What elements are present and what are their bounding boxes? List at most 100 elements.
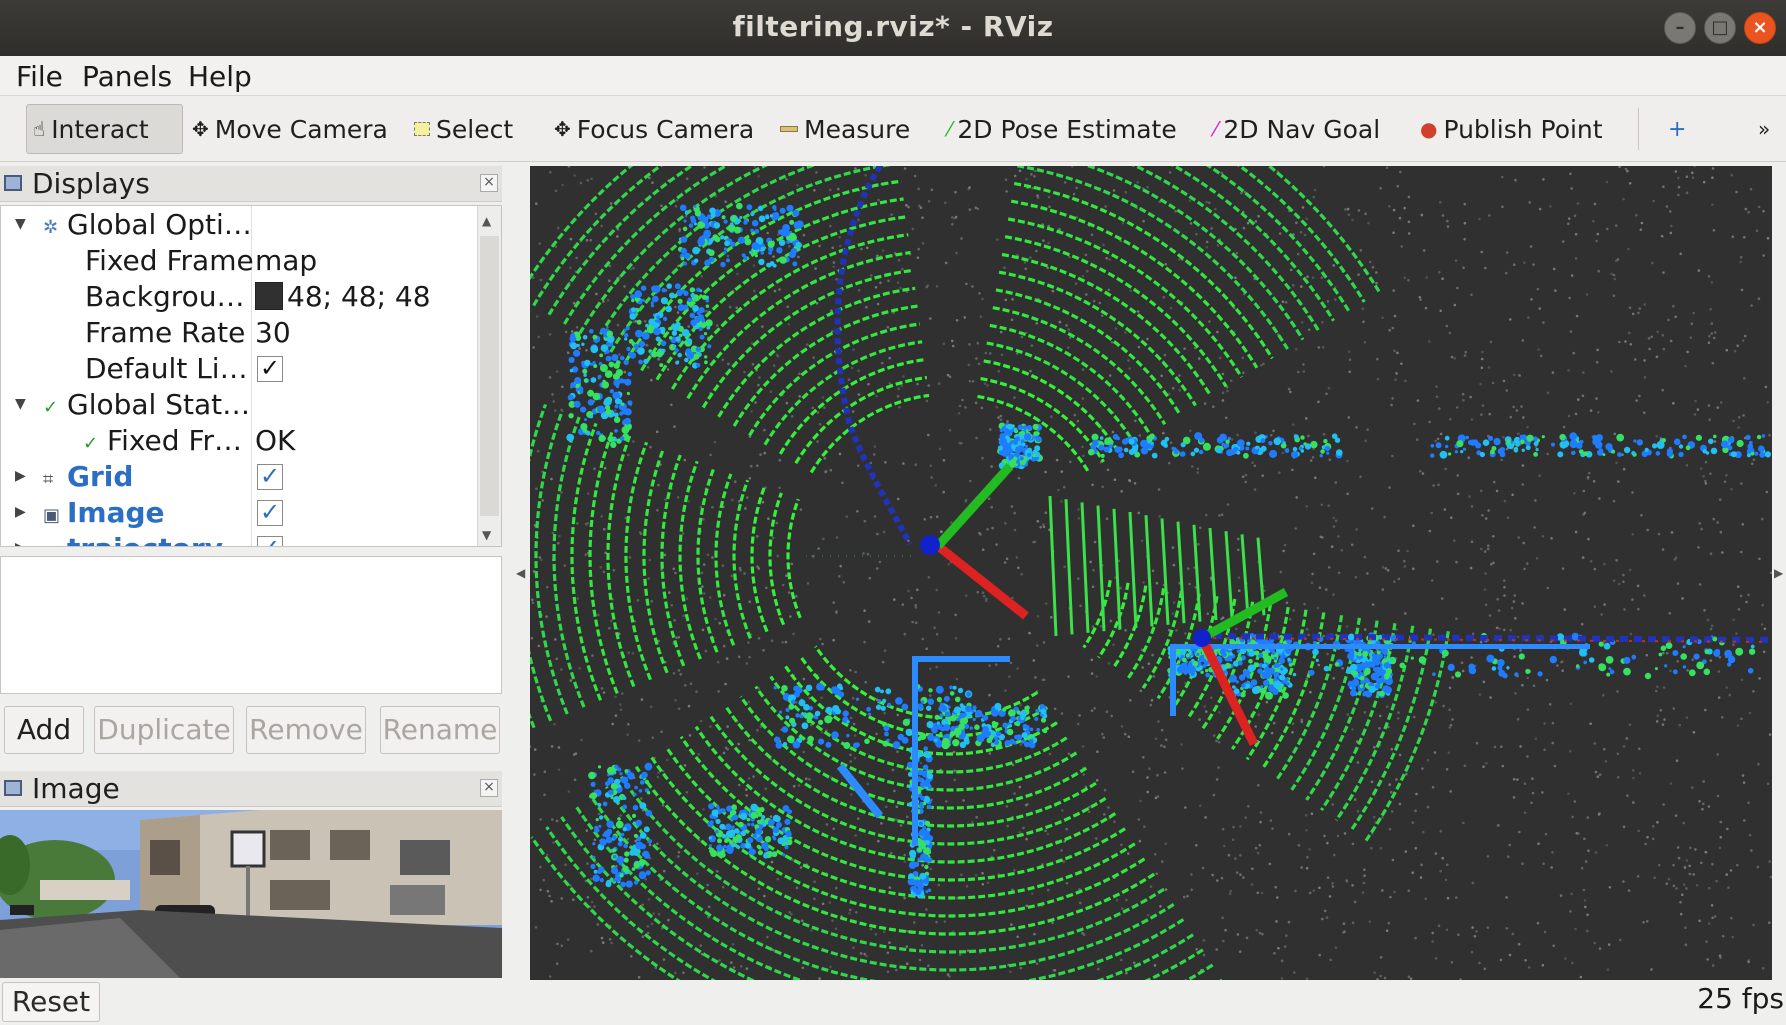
tree-row-trajectory[interactable]: ▶ ▭ trajectory ✓ [1, 532, 477, 546]
tree-row-global-options[interactable]: ▼ ✲ Global Opti… [1, 208, 477, 244]
tree-row-global-status[interactable]: ▼ ✓ Global Stat… [1, 388, 477, 424]
rename-button[interactable]: Rename [380, 706, 500, 754]
tree-row-background[interactable]: Backgrou… 48; 48; 48 [1, 280, 477, 316]
expand-arrow-icon[interactable]: ▶ [15, 540, 26, 546]
expand-arrow-icon[interactable]: ▶ [15, 468, 26, 484]
checkbox[interactable]: ✓ [257, 500, 283, 526]
expand-arrow-icon[interactable]: ▼ [15, 216, 26, 232]
map-pin-icon: ● [1420, 117, 1438, 141]
tool-publish-point-label: Publish Point [1443, 114, 1603, 144]
row-value: OK [255, 424, 296, 457]
collapse-left-icon[interactable]: ◀ [516, 566, 525, 580]
origin-marker-1 [920, 535, 940, 555]
description-box [0, 556, 502, 694]
grid-icon: ⌗ [43, 469, 54, 490]
row-name: Grid [67, 460, 134, 493]
title-bar: filtering.rviz* - RViz – □ × [0, 0, 1786, 56]
camera-image [0, 810, 502, 978]
folder-icon: ▭ [43, 541, 60, 546]
checkbox[interactable]: ✓ [257, 536, 283, 546]
origin-marker-2 [1193, 629, 1211, 647]
tree-row-fixed-frame[interactable]: Fixed Frame map [1, 244, 477, 280]
expand-arrow-icon[interactable]: ▼ [15, 396, 26, 412]
tree-scrollbar[interactable]: ▲ ▼ [477, 206, 501, 546]
row-name: Fixed Frame [85, 244, 254, 277]
tree-row-fixed-frame-status[interactable]: ✓ Fixed Fr… OK [1, 424, 477, 460]
displays-panel-header: Displays × [0, 166, 502, 202]
image-panel-header: Image × [0, 771, 502, 807]
tool-pose-label: 2D Pose Estimate [957, 114, 1177, 144]
close-icon[interactable]: × [1744, 12, 1776, 44]
tool-select[interactable]: Select [408, 104, 519, 154]
expand-arrow-icon[interactable]: ▶ [15, 504, 26, 520]
green-arrow-icon: ⁄ [948, 117, 952, 141]
row-name: Image [67, 496, 165, 529]
tool-publish-point[interactable]: ● Publish Point [1414, 104, 1609, 154]
tool-2d-pose-estimate[interactable]: ⁄ 2D Pose Estimate [942, 104, 1183, 154]
tree-row-default-light[interactable]: Default Li… ✓ [1, 352, 477, 388]
close-panel-icon[interactable]: × [480, 779, 498, 797]
menu-panels[interactable]: Panels [82, 60, 172, 93]
add-button[interactable]: Add [4, 706, 84, 754]
select-box-icon [414, 122, 430, 136]
toolbar-overflow-button[interactable]: » [1752, 104, 1776, 154]
checkbox[interactable]: ✓ [257, 464, 283, 490]
menu-bar: File Panels Help [0, 56, 1786, 96]
image-icon [4, 780, 22, 796]
toolbar-separator [1638, 108, 1639, 150]
check-icon: ✓ [83, 433, 99, 454]
tree-row-frame-rate[interactable]: Frame Rate 30 [1, 316, 477, 352]
scroll-down-icon[interactable]: ▼ [482, 528, 491, 542]
row-name: trajectory [67, 532, 223, 546]
maximize-icon[interactable]: □ [1704, 12, 1736, 44]
displays-tree: ▼ ✲ Global Opti… Fixed Frame map Backgro… [0, 205, 502, 547]
row-name: Frame Rate [85, 316, 246, 349]
3d-viewport[interactable] [530, 166, 1772, 980]
minimize-icon[interactable]: – [1664, 12, 1696, 44]
displays-title: Displays [32, 167, 150, 200]
tool-nav-goal-label: 2D Nav Goal [1223, 114, 1381, 144]
row-name: Backgrou… [85, 280, 245, 313]
focus-icon: ✥ [554, 117, 571, 141]
row-name: Fixed Fr… [107, 424, 243, 457]
toolbar: ☝ Interact ✥ Move Camera Select ✥ Focus Cam… [0, 96, 1786, 162]
row-value[interactable]: map [255, 244, 317, 277]
duplicate-button[interactable]: Duplicate [94, 706, 234, 754]
tool-measure[interactable]: Measure [774, 104, 916, 154]
tool-interact[interactable]: ☝ Interact [26, 104, 183, 154]
row-value[interactable]: 30 [255, 316, 291, 349]
image-panel-title: Image [32, 772, 120, 805]
color-value: 48; 48; 48 [287, 280, 431, 313]
tree-row-image[interactable]: ▶ ▣ Image ✓ [1, 496, 477, 532]
remove-button[interactable]: Remove [246, 706, 366, 754]
checkbox[interactable]: ✓ [257, 356, 283, 382]
tool-2d-nav-goal[interactable]: ⁄ 2D Nav Goal [1208, 104, 1386, 154]
menu-help[interactable]: Help [188, 60, 252, 93]
scroll-up-icon[interactable]: ▲ [482, 214, 491, 228]
row-name: Global Opti… [67, 208, 252, 241]
close-panel-icon[interactable]: × [480, 174, 498, 192]
add-tool-icon[interactable]: + [1662, 104, 1692, 154]
row-name: Default Li… [85, 352, 248, 385]
row-value[interactable]: 48; 48; 48 [255, 280, 431, 313]
collapse-right-icon[interactable]: ▶ [1774, 566, 1783, 580]
tool-move-camera-label: Move Camera [214, 114, 388, 144]
color-swatch[interactable] [255, 282, 283, 310]
tool-select-label: Select [436, 114, 514, 144]
gear-icon: ✲ [43, 217, 59, 238]
tool-measure-label: Measure [804, 114, 911, 144]
scroll-thumb[interactable] [480, 236, 499, 516]
point-cloud-render[interactable] [530, 166, 1772, 980]
tool-move-camera[interactable]: ✥ Move Camera [186, 104, 394, 154]
window-title: filtering.rviz* - RViz [732, 10, 1054, 43]
tree-row-grid[interactable]: ▶ ⌗ Grid ✓ [1, 460, 477, 496]
move-arrows-icon: ✥ [192, 117, 209, 141]
menu-file[interactable]: File [16, 60, 63, 93]
hand-icon: ☝ [33, 117, 46, 141]
fps-readout: 25 fps [1697, 982, 1784, 1015]
check-icon: ✓ [43, 397, 59, 418]
tool-interact-label: Interact [51, 114, 149, 144]
reset-button[interactable]: Reset [2, 982, 100, 1022]
monitor-icon [4, 175, 22, 191]
tool-focus-camera[interactable]: ✥ Focus Camera [548, 104, 760, 154]
